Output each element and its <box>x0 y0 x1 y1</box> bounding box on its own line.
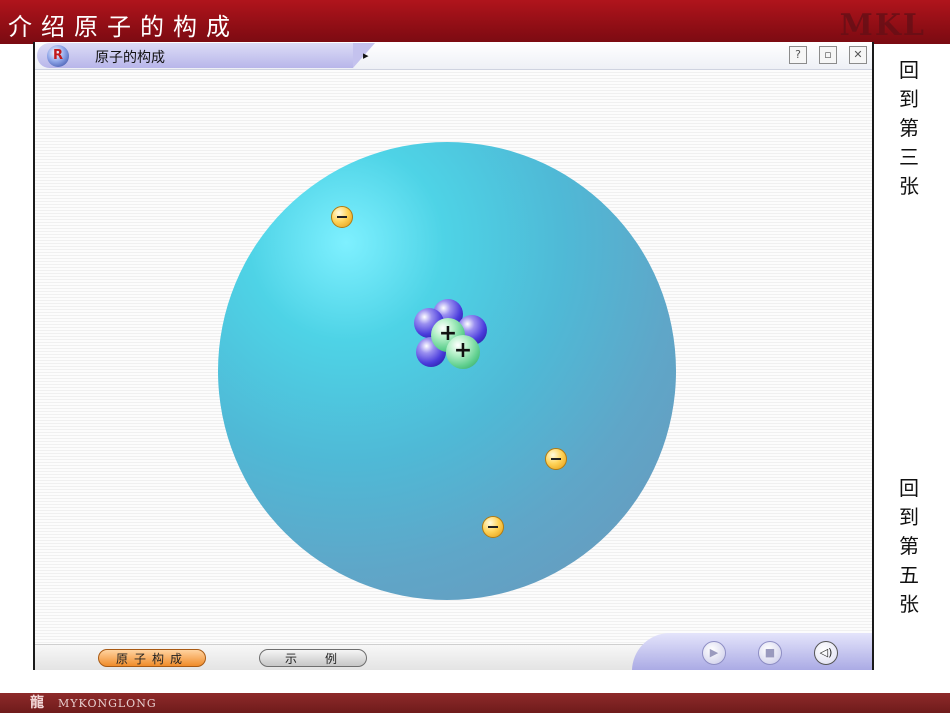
footer-text: MYKONGLONG <box>58 697 157 710</box>
proton: + <box>446 335 480 369</box>
brand-logo: MKL <box>839 8 926 43</box>
tab-arrow-icon[interactable]: ▸ <box>363 49 369 62</box>
control-bar: ▶ ■ ◁) 原子构成 示例 <box>35 633 872 670</box>
stop-icon[interactable]: ■ <box>758 641 782 665</box>
window-title-tab: R 原子的构成 <box>37 43 375 68</box>
footer-logo-icon: 龍 <box>30 695 44 711</box>
atom-sphere <box>218 142 676 600</box>
back-to-slide-5-link[interactable]: 回到第五张 <box>898 474 920 619</box>
proton-sign: + <box>453 338 473 363</box>
close-button[interactable]: ✕ <box>849 46 867 64</box>
slide-footer: 龍 MYKONGLONG <box>0 693 950 713</box>
restore-button[interactable]: ▫ <box>819 46 837 64</box>
electron-2 <box>545 448 567 470</box>
window-title: 原子的构成 <box>95 50 165 66</box>
simulation-window: R 原子的构成 ▸ ? ▫ ✕ + + ▶ ■ ◁) 原子构成 示例 <box>33 42 874 670</box>
atom-structure-button[interactable]: 原子构成 <box>98 649 206 667</box>
media-controls-panel: ▶ ■ ◁) <box>632 633 872 670</box>
sound-icon[interactable]: ◁) <box>814 641 838 665</box>
slide-title: 介绍原子的构成 <box>8 13 239 41</box>
electron-1 <box>331 206 353 228</box>
example-button[interactable]: 示例 <box>259 649 367 667</box>
app-logo-icon: R <box>47 45 69 67</box>
electron-3 <box>482 516 504 538</box>
help-button[interactable]: ? <box>789 46 807 64</box>
slide-header: 介绍原子的构成 MKL <box>0 0 950 44</box>
play-icon[interactable]: ▶ <box>702 641 726 665</box>
window-titlebar: R 原子的构成 ▸ ? ▫ ✕ <box>35 42 872 70</box>
simulation-canvas: + + <box>35 70 872 644</box>
back-to-slide-3-link[interactable]: 回到第三张 <box>898 56 920 201</box>
